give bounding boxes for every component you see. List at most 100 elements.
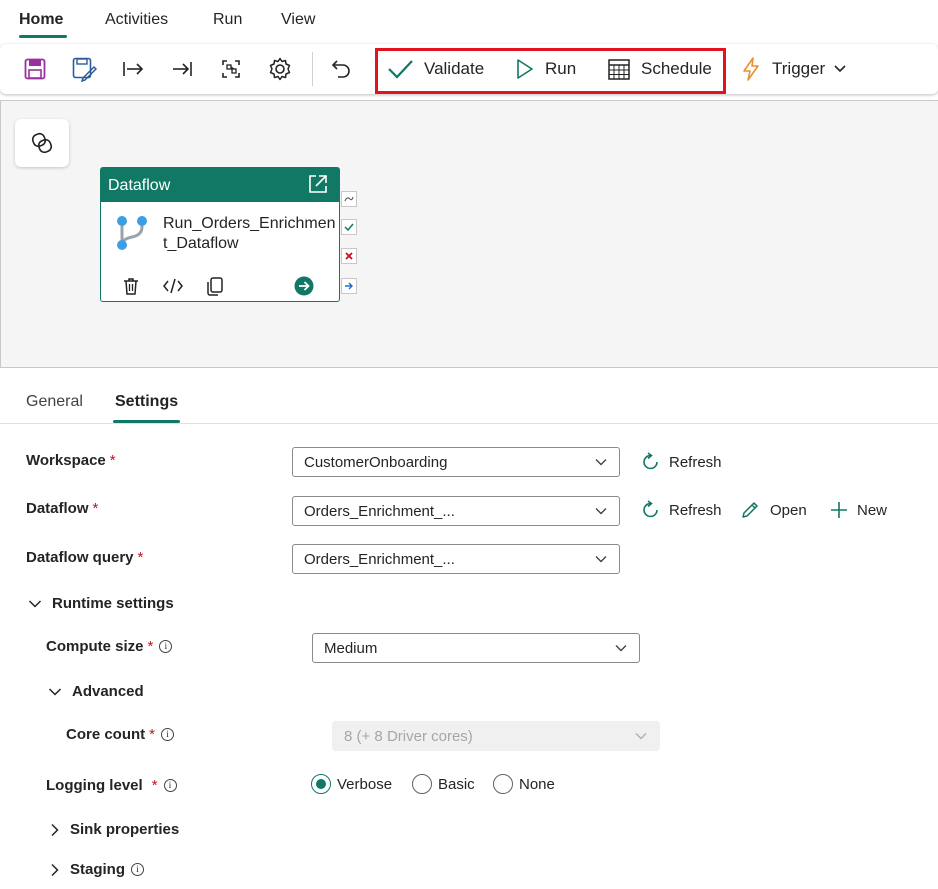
radio-label: Verbose xyxy=(337,775,393,793)
delete-icon[interactable] xyxy=(120,275,142,297)
copy-icon[interactable] xyxy=(204,275,226,297)
compute-size-label: Compute size * i xyxy=(46,638,173,655)
completion-port-icon[interactable] xyxy=(341,278,357,294)
open-label: Open xyxy=(770,501,807,519)
copilot-button[interactable] xyxy=(15,119,69,167)
compute-size-dropdown[interactable]: Medium xyxy=(312,633,640,663)
chevron-down-icon xyxy=(595,459,607,466)
chevron-right-icon xyxy=(51,863,59,876)
info-icon[interactable]: i xyxy=(159,640,173,653)
core-count-value: 8 (+ 8 Driver cores) xyxy=(344,728,473,745)
active-tab-indicator xyxy=(113,420,180,423)
chevron-down-icon xyxy=(635,733,647,740)
workspace-refresh-button[interactable]: Refresh xyxy=(641,452,722,472)
new-label: New xyxy=(857,501,888,519)
logging-option-verbose[interactable]: Verbose xyxy=(311,774,392,794)
open-button[interactable]: Open xyxy=(740,500,807,520)
save-icon[interactable] xyxy=(20,54,50,84)
settings-icon[interactable] xyxy=(265,54,295,84)
external-link-icon[interactable] xyxy=(307,173,329,200)
menu-tab-home[interactable]: Home xyxy=(19,11,63,29)
plus-icon xyxy=(831,502,847,518)
radio-button[interactable] xyxy=(493,774,513,794)
core-count-dropdown: 8 (+ 8 Driver cores) xyxy=(332,721,660,751)
radio-label: None xyxy=(519,775,555,793)
active-tab-indicator xyxy=(19,35,67,38)
dataflow-icon xyxy=(116,215,148,255)
code-icon[interactable] xyxy=(162,275,184,297)
logging-option-basic[interactable]: Basic xyxy=(412,774,475,794)
dataflow-query-value: Orders_Enrichment_... xyxy=(304,551,455,568)
chevron-down-icon xyxy=(595,556,607,563)
save-as-icon[interactable] xyxy=(69,54,99,84)
tab-settings[interactable]: Settings xyxy=(115,393,178,411)
move-to-end-icon[interactable] xyxy=(167,54,197,84)
refresh-icon xyxy=(643,500,658,518)
runtime-settings-label: Runtime settings xyxy=(52,595,174,612)
refresh-icon xyxy=(643,452,658,470)
chevron-down-icon xyxy=(834,65,846,73)
info-icon[interactable]: i xyxy=(161,728,175,741)
logging-level-label: Logging level * i xyxy=(46,777,177,794)
advanced-toggle[interactable]: Advanced xyxy=(48,683,144,700)
required-marker: * xyxy=(147,638,154,655)
arrow-right-icon[interactable] xyxy=(293,275,315,297)
tab-general[interactable]: General xyxy=(26,393,83,411)
chevron-down-icon xyxy=(28,599,42,608)
info-icon[interactable]: i xyxy=(131,863,144,876)
activity-type-label: Dataflow xyxy=(108,177,171,194)
undo-icon[interactable] xyxy=(326,54,356,84)
chevron-down-icon xyxy=(595,508,607,515)
new-button[interactable]: New xyxy=(829,500,887,520)
dataflow-dropdown[interactable]: Orders_Enrichment_... xyxy=(292,496,620,526)
refresh-label: Refresh xyxy=(669,453,722,471)
runtime-settings-toggle[interactable]: Runtime settings xyxy=(28,595,174,612)
activity-header: Dataflow xyxy=(101,168,339,202)
staging-label: Staging xyxy=(70,861,125,878)
dataflow-refresh-button[interactable]: Refresh xyxy=(641,500,722,520)
required-marker: * xyxy=(149,726,156,743)
activity-name: Run_Orders_Enrichment_Dataflow xyxy=(163,215,336,252)
radio-label: Basic xyxy=(438,775,475,793)
refresh-label: Refresh xyxy=(669,501,722,519)
core-count-label: Core count * i xyxy=(66,726,175,743)
menu-bar: Home Activities Run View xyxy=(0,0,938,42)
move-in-icon[interactable] xyxy=(118,54,148,84)
workspace-dropdown[interactable]: CustomerOnboarding xyxy=(292,447,620,477)
dataflow-query-label: Dataflow query * xyxy=(26,549,144,566)
skip-port-icon[interactable] xyxy=(341,191,357,207)
menu-tab-activities[interactable]: Activities xyxy=(105,11,168,29)
dataflow-query-dropdown[interactable]: Orders_Enrichment_... xyxy=(292,544,620,574)
menu-tab-view[interactable]: View xyxy=(281,11,315,29)
dataflow-value: Orders_Enrichment_... xyxy=(304,503,455,520)
sink-properties-toggle[interactable]: Sink properties xyxy=(50,821,179,838)
logging-option-none[interactable]: None xyxy=(493,774,555,794)
staging-toggle[interactable]: Staging i xyxy=(50,861,144,878)
compute-size-value: Medium xyxy=(324,640,378,657)
sink-properties-label: Sink properties xyxy=(70,821,180,838)
dataflow-label: Dataflow * xyxy=(26,500,99,517)
highlight-box xyxy=(375,48,726,94)
menu-tab-run[interactable]: Run xyxy=(213,11,242,29)
chevron-right-icon xyxy=(51,823,59,836)
required-marker: * xyxy=(137,549,144,566)
workspace-value: CustomerOnboarding xyxy=(304,454,448,471)
chevron-down-icon xyxy=(615,645,627,652)
workspace-label: Workspace * xyxy=(26,452,116,469)
chevron-down-icon xyxy=(48,687,62,696)
failure-port-icon[interactable] xyxy=(341,248,357,264)
success-port-icon[interactable] xyxy=(341,219,357,235)
required-marker: * xyxy=(92,500,99,517)
trigger-label: Trigger xyxy=(772,59,826,78)
radio-button[interactable] xyxy=(412,774,432,794)
copilot-icon xyxy=(31,132,53,154)
info-icon[interactable]: i xyxy=(163,779,177,792)
trigger-button[interactable]: Trigger xyxy=(740,54,847,84)
required-marker: * xyxy=(151,777,158,794)
lightning-icon xyxy=(743,57,759,81)
fit-view-icon[interactable] xyxy=(216,54,246,84)
toolbar-separator xyxy=(312,52,313,86)
radio-button[interactable] xyxy=(311,774,331,794)
dataflow-activity-card[interactable]: Dataflow Run_Orders_Enrichment_Dataflow xyxy=(100,167,340,302)
pencil-icon xyxy=(742,502,758,518)
